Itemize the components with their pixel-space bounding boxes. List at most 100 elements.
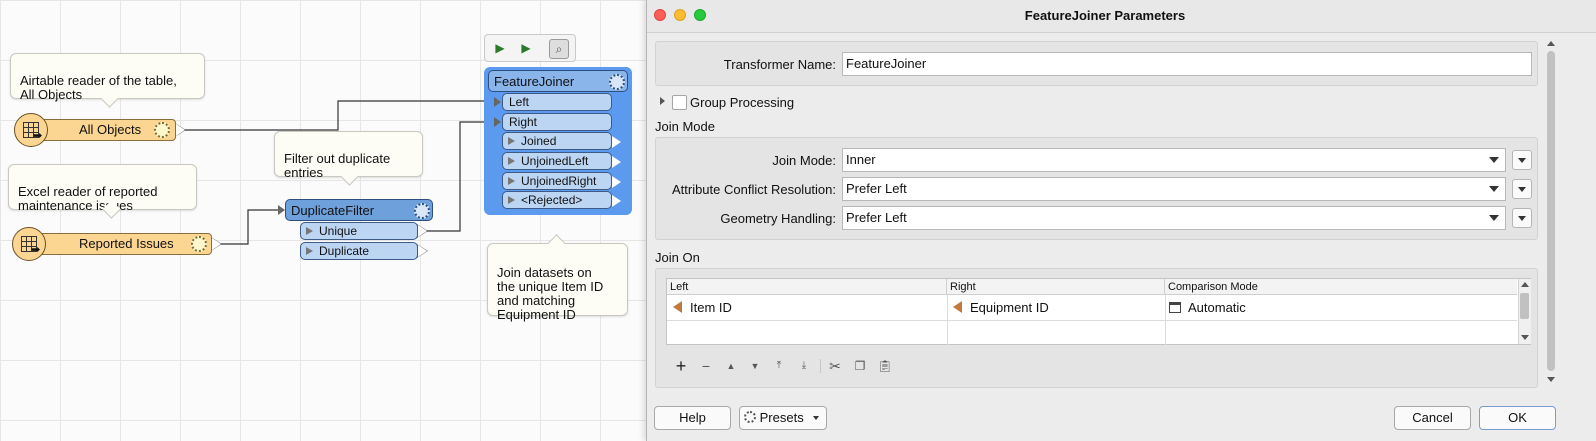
comparison-mode-cell[interactable]: Automatic [1169, 300, 1246, 315]
gear-icon[interactable] [609, 74, 625, 90]
scroll-up-arrow-icon[interactable] [1521, 282, 1529, 287]
copy-icon[interactable]: ❐ [850, 357, 870, 375]
scrollbar-thumb[interactable] [1547, 51, 1555, 371]
output-port-arrow-icon[interactable] [417, 244, 428, 258]
join-mode-options-button[interactable] [1512, 150, 1532, 170]
conflict-resolution-label: Attribute Conflict Resolution: [671, 182, 836, 197]
table-header-right[interactable]: Right [947, 279, 1165, 295]
output-port-rejected[interactable]: <Rejected> [502, 191, 612, 209]
annotation-excel: Excel reader of reported maintenance iss… [8, 164, 197, 219]
annotation-excel-text: Excel reader of reported maintenance iss… [18, 184, 158, 213]
add-row-icon[interactable]: + [671, 357, 691, 375]
annotation-join: Join datasets on the unique Item ID and … [487, 234, 628, 322]
toolbar-divider [820, 359, 821, 373]
window-icon [1169, 302, 1181, 313]
gear-icon[interactable] [414, 203, 430, 219]
table-scrollbar[interactable] [1518, 279, 1531, 344]
table-reader-icon: ➡ [14, 113, 48, 147]
output-port-unjoinedleft[interactable]: UnjoinedLeft [502, 152, 612, 170]
port-label: Left [509, 95, 530, 109]
transformer-name-label: Transformer Name: [723, 57, 836, 72]
annotation-airtable: Airtable reader of the table, All Object… [10, 53, 205, 108]
output-port-joined[interactable]: Joined [502, 132, 612, 150]
cancel-button[interactable]: Cancel [1394, 406, 1471, 430]
annotation-airtable-text: Airtable reader of the table, All Object… [20, 73, 177, 102]
join-mode-section-title: Join Mode [655, 119, 715, 134]
scroll-down-arrow-icon[interactable] [1521, 335, 1529, 340]
output-port-arrow-icon[interactable] [175, 123, 186, 137]
gear-icon[interactable] [191, 236, 207, 252]
run-to-this-icon[interactable]: ▶ [491, 39, 509, 57]
port-label: Unique [319, 224, 358, 238]
output-port-duplicate[interactable]: Duplicate [300, 242, 418, 260]
featurejoiner-title: FeatureJoiner [494, 74, 575, 89]
move-down-icon[interactable]: ▼ [745, 357, 765, 375]
dialog-titlebar: FeatureJoiner Parameters [647, 0, 1596, 33]
port-label: Duplicate [319, 244, 370, 258]
output-port-arrow-icon[interactable] [211, 237, 222, 251]
scroll-down-arrow-icon[interactable] [1547, 377, 1555, 382]
input-port-left[interactable]: Left [502, 93, 612, 111]
input-port-right[interactable]: Right [502, 113, 612, 131]
wire-allobjects-to-left [182, 100, 494, 131]
inspect-icon[interactable]: ⌕ [549, 39, 569, 59]
transformer-name-input[interactable]: FeatureJoiner [842, 52, 1532, 76]
geometry-handling-options-button[interactable] [1512, 208, 1532, 228]
node-toolbar: ▶ ▶ ⌕ [484, 34, 576, 62]
presets-button[interactable]: Presets [739, 406, 827, 430]
table-row[interactable] [667, 295, 1517, 321]
duplicatefilter-transformer[interactable]: DuplicateFilter [285, 199, 433, 221]
port-label: <Rejected> [521, 193, 583, 207]
reader-all-objects-label: All Objects [79, 122, 142, 137]
scrollbar-thumb[interactable] [1520, 293, 1529, 319]
table-reader-icon: ➡ [12, 227, 46, 261]
gear-icon[interactable] [154, 122, 170, 138]
join-left-attribute-cell[interactable]: Item ID [673, 300, 732, 315]
cut-icon[interactable]: ✂ [825, 357, 845, 375]
conflict-resolution-options-button[interactable] [1512, 179, 1532, 199]
paste-icon[interactable]: 📋︎ [875, 357, 895, 375]
attribute-icon [673, 301, 682, 313]
group-processing-checkbox[interactable] [672, 95, 687, 110]
output-port-arrow-icon[interactable] [417, 224, 428, 238]
input-port-arrow-icon[interactable] [278, 205, 285, 215]
geometry-handling-select[interactable]: Prefer Left [842, 206, 1506, 230]
output-port-arrow-icon[interactable] [611, 194, 622, 208]
run-from-this-icon[interactable]: ▶ [517, 39, 535, 57]
table-header-left[interactable]: Left [667, 279, 947, 295]
annotation-filter: Filter out duplicate entries [274, 131, 423, 186]
output-port-unjoinedright[interactable]: UnjoinedRight [502, 172, 612, 190]
port-label: UnjoinedLeft [521, 154, 589, 168]
join-mode-select[interactable]: Inner [842, 148, 1506, 172]
join-mode-value: Inner [846, 152, 876, 167]
wire-reported-to-duplicatefilter [218, 209, 280, 245]
dialog-scrollbar[interactable] [1545, 41, 1557, 388]
scroll-up-arrow-icon[interactable] [1547, 41, 1555, 46]
output-port-arrow-icon[interactable] [611, 135, 622, 149]
output-port-unique[interactable]: Unique [300, 222, 418, 240]
featurejoiner-transformer[interactable]: FeatureJoiner [488, 70, 628, 92]
column-divider [947, 295, 948, 345]
help-button[interactable]: Help [654, 406, 731, 430]
move-to-bottom-icon[interactable]: ⤓ [794, 357, 814, 375]
conflict-resolution-value: Prefer Left [846, 181, 907, 196]
output-port-arrow-icon[interactable] [611, 175, 622, 189]
move-to-top-icon[interactable]: ⤒ [769, 357, 789, 375]
reader-reported-issues[interactable]: Reported Issues [30, 233, 212, 255]
geometry-handling-value: Prefer Left [846, 210, 907, 225]
ok-button[interactable]: OK [1479, 406, 1556, 430]
join-right-attribute: Equipment ID [970, 300, 1049, 315]
table-header-comparison-mode[interactable]: Comparison Mode [1165, 279, 1517, 295]
output-port-arrow-icon[interactable] [611, 155, 622, 169]
join-mode-label: Join Mode: [772, 153, 836, 168]
expand-arrow-icon[interactable] [660, 97, 665, 105]
move-up-icon[interactable]: ▲ [721, 357, 741, 375]
input-port-arrow-icon[interactable] [494, 97, 501, 107]
conflict-resolution-select[interactable]: Prefer Left [842, 177, 1506, 201]
join-right-attribute-cell[interactable]: Equipment ID [953, 300, 1049, 315]
input-port-arrow-icon[interactable] [494, 117, 501, 127]
join-on-section-title: Join On [655, 250, 700, 265]
column-divider [1165, 295, 1166, 345]
reader-all-objects[interactable]: All Objects [30, 119, 176, 141]
remove-row-icon[interactable]: − [696, 357, 716, 375]
